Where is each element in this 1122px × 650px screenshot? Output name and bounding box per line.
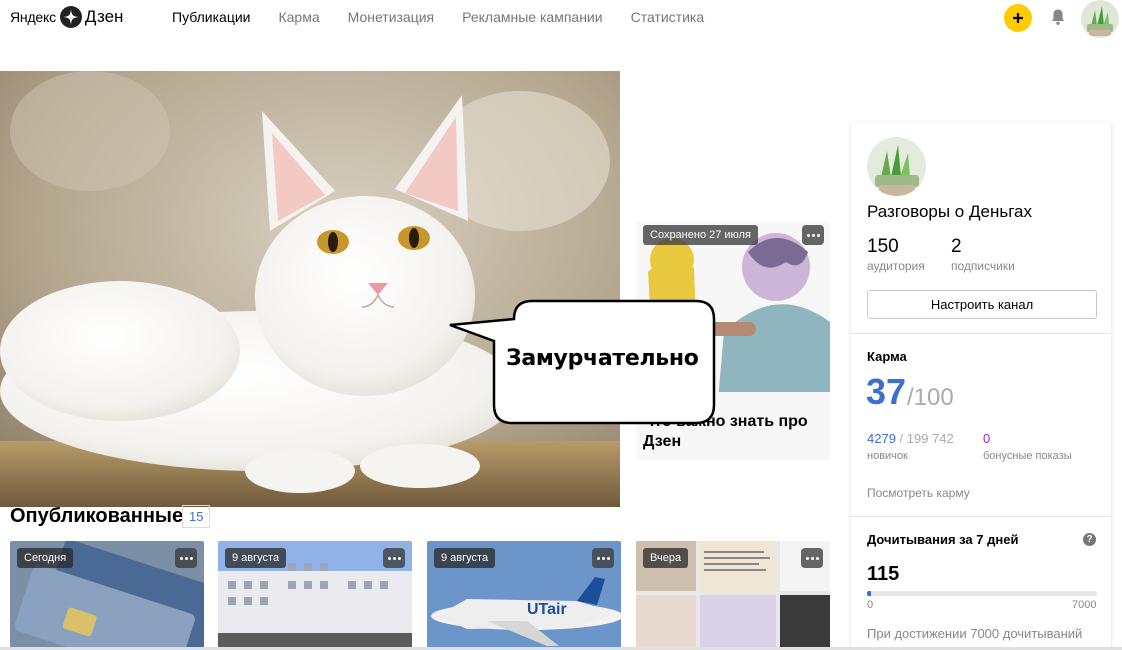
more-options-icon[interactable] <box>801 548 823 568</box>
channel-sidebar: Разговоры о Деньгах 150 аудитория 2 подп… <box>851 122 1111 650</box>
publication-card[interactable]: 9 августа <box>218 541 412 650</box>
divider <box>851 333 1111 334</box>
karma-max: /100 <box>907 384 954 411</box>
view-karma-link[interactable]: Посмотреть карму <box>867 486 970 500</box>
subscribers-label: подписчики <box>951 259 1015 273</box>
plus-icon <box>1013 13 1023 23</box>
zen-star-icon <box>59 6 82 28</box>
reads-value: 115 <box>867 563 900 585</box>
publication-card[interactable]: Сегодня <box>10 541 204 650</box>
channel-avatar[interactable] <box>867 137 926 196</box>
karma-level: новичок <box>867 450 908 462</box>
karma-value: 37 <box>866 371 907 412</box>
user-avatar[interactable] <box>1081 0 1119 38</box>
publication-date-badge: 9 августа <box>434 548 496 568</box>
nav-publications[interactable]: Публикации <box>172 9 250 25</box>
nav-karma[interactable]: Карма <box>278 9 319 25</box>
svg-text:UTair: UTair <box>527 601 567 618</box>
karma-title: Карма <box>867 349 907 364</box>
reads-scale-max: 7000 <box>1072 599 1097 611</box>
publication-card[interactable]: UTair 9 августа <box>427 541 621 650</box>
top-bar: Яндекс Дзен Публикации Карма Монетизация… <box>0 0 1122 38</box>
more-options-icon[interactable] <box>592 548 614 568</box>
publication-card[interactable]: Вчера <box>636 541 830 650</box>
nav-statistics[interactable]: Статистика <box>631 9 705 25</box>
more-options-icon[interactable] <box>175 548 197 568</box>
karma-score-value: 4279 <box>867 431 896 446</box>
subscribers-value: 2 <box>951 236 962 257</box>
reads-title: Дочитывания за 7 дней <box>867 532 1019 547</box>
divider <box>851 516 1111 517</box>
channel-name[interactable]: Разговоры о Деньгах <box>867 202 1032 222</box>
published-section-title: Опубликованные <box>10 505 184 527</box>
bonus-views-label: бонусные показы <box>983 450 1072 462</box>
audience-label: аудитория <box>867 259 925 273</box>
help-icon[interactable]: ? <box>1083 533 1096 546</box>
karma-score: 4279 / 199 742 <box>867 431 954 446</box>
reads-note: При достижении 7000 дочитываний <box>867 626 1083 641</box>
nav-ad-campaigns[interactable]: Рекламные кампании <box>462 9 602 25</box>
publication-date-badge: Сегодня <box>17 548 74 568</box>
yandex-zen-logo[interactable]: Яндекс Дзен <box>10 6 123 28</box>
publication-date-badge: Вчера <box>643 548 689 568</box>
bonus-views-value: 0 <box>983 431 991 446</box>
bell-icon[interactable] <box>1050 8 1066 26</box>
add-publication-button[interactable] <box>1004 4 1032 32</box>
reads-progress-bar <box>867 591 1097 596</box>
speech-bubble-text: Замурчательно <box>506 346 699 371</box>
published-count-badge: 15 <box>182 505 211 528</box>
audience-value: 150 <box>867 236 899 257</box>
logo-text-zen: Дзен <box>84 7 124 26</box>
karma-score-max: / 199 742 <box>899 431 954 446</box>
logo-text-yandex: Яндекс <box>10 9 56 25</box>
publication-date-badge: 9 августа <box>225 548 287 568</box>
reads-scale-min: 0 <box>867 599 874 611</box>
hero-cat-image[interactable] <box>0 71 620 507</box>
saved-badge: Сохранено 27 июля <box>643 225 758 245</box>
setup-channel-button[interactable]: Настроить канал <box>867 290 1097 319</box>
more-options-icon[interactable] <box>802 225 824 245</box>
more-options-icon[interactable] <box>383 548 405 568</box>
reads-progress-fill <box>867 591 871 596</box>
main-nav: Публикации Карма Монетизация Рекламные к… <box>172 9 732 25</box>
nav-monetization[interactable]: Монетизация <box>348 9 435 25</box>
